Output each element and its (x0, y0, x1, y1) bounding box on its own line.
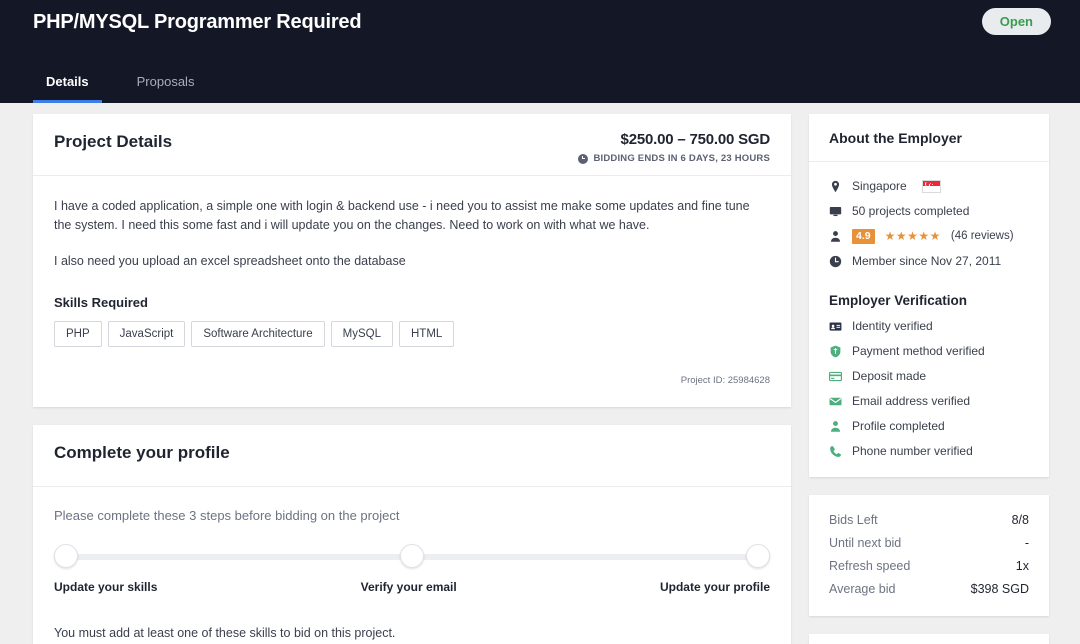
employer-rating-row: 4.9 ★★★★★ (46 reviews) (829, 228, 1029, 244)
project-details-header: Project Details $250.00 – 750.00 SGD BID… (33, 114, 791, 176)
phone-icon (830, 445, 842, 457)
rating-stars-icon: ★★★★★ (884, 228, 941, 243)
until-next-bid-row: Until next bid - (829, 536, 1029, 550)
page-body: Project Details $250.00 – 750.00 SGD BID… (0, 103, 1080, 644)
tab-bar: Details Proposals (33, 66, 207, 103)
main-column: Project Details $250.00 – 750.00 SGD BID… (33, 114, 791, 644)
bid-row-value: $398 SGD (970, 582, 1029, 596)
rating-badge: 4.9 (852, 228, 875, 244)
bids-left-row: Bids Left 8/8 (829, 513, 1029, 527)
about-employer-title: About the Employer (809, 114, 1049, 162)
tab-details[interactable]: Details (33, 66, 102, 103)
complete-profile-card: Complete your profile Please complete th… (33, 425, 791, 644)
bids-panel-body: Bids Left 8/8 Until next bid - Refresh s… (809, 495, 1049, 616)
verification-label: Payment method verified (852, 344, 985, 358)
verification-payment: Payment method verified (829, 343, 1029, 359)
verification-label: Identity verified (852, 319, 933, 333)
stepper-dot-update-skills[interactable] (54, 544, 78, 568)
singapore-flag-icon (921, 179, 941, 193)
stepper-dot-update-profile[interactable] (746, 544, 770, 568)
skill-requirement-note: You must add at least one of these skill… (54, 626, 396, 640)
id-card-icon (829, 321, 842, 331)
employer-member-since-row: Member since Nov 27, 2011 (829, 253, 1029, 269)
employer-reviews-count: (46 reviews) (950, 230, 1014, 242)
bidding-deadline: BIDDING ENDS IN 6 DAYS, 23 HOURS (578, 153, 770, 164)
employer-projects-completed: 50 projects completed (852, 204, 970, 218)
project-id: Project ID: 25984628 (680, 375, 770, 386)
employer-verification-title: Employer Verification (829, 293, 968, 308)
clock-icon (578, 153, 589, 164)
project-description: I have a coded application, a simple one… (54, 197, 770, 271)
verification-label: Profile completed (852, 419, 945, 433)
stepper-labels: Update your skills Verify your email Upd… (54, 580, 770, 594)
skill-chip-php[interactable]: PHP (54, 321, 102, 347)
project-budget: $250.00 – 750.00 SGD (620, 131, 771, 148)
project-description-paragraph-1: I have a coded application, a simple one… (54, 199, 750, 232)
verification-label: Deposit made (852, 369, 927, 383)
skill-chip-javascript[interactable]: JavaScript (107, 321, 186, 347)
skill-chip-software-architecture[interactable]: Software Architecture (191, 321, 325, 347)
bid-row-value: 8/8 (1011, 513, 1029, 527)
clock-icon (829, 255, 842, 267)
stepper-label-update-profile: Update your profile (659, 580, 770, 594)
credit-card-icon (829, 371, 842, 381)
employer-location-row: Singapore (829, 178, 1029, 194)
status-badge: Open (981, 8, 1051, 35)
stepper-dot-verify-email[interactable] (400, 544, 424, 568)
bid-row-key: Bids Left (829, 513, 878, 527)
page-title: PHP/MYSQL Programmer Required (33, 11, 362, 33)
profile-progress-stepper (54, 544, 770, 570)
verification-label: Email address verified (852, 394, 971, 408)
bids-panel-card: Bids Left 8/8 Until next bid - Refresh s… (809, 495, 1049, 616)
bid-row-key: Until next bid (829, 536, 902, 550)
complete-profile-intro: Please complete these 3 steps before bid… (54, 508, 400, 523)
envelope-icon (829, 397, 842, 405)
project-price-block: $250.00 – 750.00 SGD BIDDING ENDS IN 6 D… (578, 131, 770, 164)
refresh-speed-row: Refresh speed 1x (829, 559, 1029, 573)
skill-chip-mysql[interactable]: MySQL (330, 321, 393, 347)
bid-row-value: 1x (1015, 559, 1029, 573)
employer-location: Singapore (852, 179, 907, 193)
person-icon (830, 420, 841, 432)
stepper-label-verify-email: Verify your email (360, 580, 457, 594)
verification-label: Phone number verified (852, 444, 973, 458)
complete-profile-body: Please complete these 3 steps before bid… (33, 487, 791, 644)
verification-deposit: Deposit made (829, 368, 1029, 384)
complete-profile-title: Complete your profile (54, 443, 230, 462)
verification-identity: Identity verified (829, 318, 1029, 334)
employer-member-since: Member since Nov 27, 2011 (852, 254, 1002, 268)
project-description-paragraph-2: I also need you upload an excel spreadsh… (54, 254, 406, 268)
average-bid-row: Average bid $398 SGD (829, 582, 1029, 596)
skills-chip-list: PHP JavaScript Software Architecture MyS… (54, 321, 770, 347)
sidebar-next-card-partial (809, 634, 1049, 644)
bid-row-value: - (1024, 536, 1029, 550)
about-employer-body: Singapore 50 projects completed 4.9 ★★★★… (809, 162, 1049, 477)
project-details-body: I have a coded application, a simple one… (33, 176, 791, 407)
tab-proposals[interactable]: Proposals (124, 66, 208, 103)
verification-phone: Phone number verified (829, 443, 1029, 459)
skills-required-label: Skills Required (54, 295, 148, 310)
shield-icon (830, 345, 841, 357)
bidding-deadline-text: BIDDING ENDS IN 6 DAYS, 23 HOURS (593, 153, 770, 164)
monitor-icon (829, 206, 842, 216)
verification-email: Email address verified (829, 393, 1029, 409)
bid-row-key: Average bid (829, 582, 896, 596)
sidebar-column: About the Employer Singapore 50 projects… (809, 114, 1049, 644)
bid-row-key: Refresh speed (829, 559, 911, 573)
page-header: PHP/MYSQL Programmer Required Open Detai… (0, 0, 1080, 103)
verification-profile: Profile completed (829, 418, 1029, 434)
employer-projects-row: 50 projects completed (829, 203, 1029, 219)
stepper-label-update-skills: Update your skills (54, 580, 158, 594)
skill-chip-html[interactable]: HTML (399, 321, 455, 347)
complete-profile-header: Complete your profile (33, 425, 791, 487)
about-employer-card: About the Employer Singapore 50 projects… (809, 114, 1049, 477)
project-details-card: Project Details $250.00 – 750.00 SGD BID… (33, 114, 791, 407)
location-pin-icon (831, 180, 840, 192)
person-icon (830, 230, 841, 242)
